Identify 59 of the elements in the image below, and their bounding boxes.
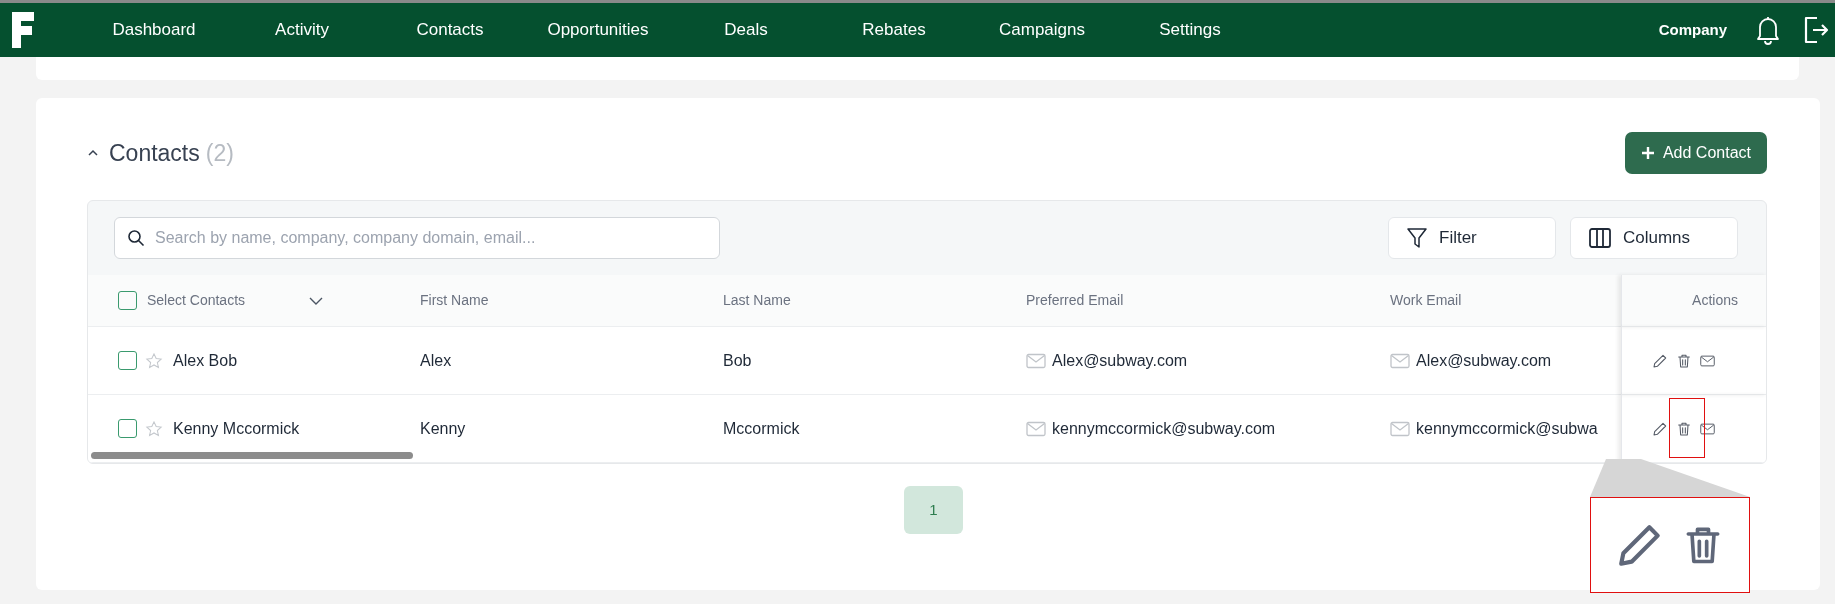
page-button[interactable]: 1 <box>904 486 963 534</box>
trash-icon[interactable] <box>1676 352 1692 369</box>
email-text: Alex@subway.com <box>1052 350 1188 371</box>
mail-icon <box>1026 352 1046 369</box>
mail-icon <box>1390 420 1410 437</box>
pencil-icon[interactable] <box>1652 420 1668 437</box>
contact-name: Alex Bob <box>173 350 238 371</box>
nav-link[interactable]: Rebates <box>820 17 968 43</box>
columns-button[interactable]: Columns <box>1570 217 1738 259</box>
columns-icon <box>1589 228 1611 248</box>
checkbox[interactable] <box>118 351 137 370</box>
column-header: Preferred Email <box>1026 291 1124 310</box>
bell-icon[interactable] <box>1755 15 1781 45</box>
trash-icon[interactable] <box>1676 420 1692 437</box>
send-email-icon[interactable] <box>1700 422 1715 435</box>
nav-link[interactable]: Settings <box>1116 17 1264 43</box>
plus-icon <box>1640 146 1655 160</box>
nav-link[interactable]: Activity <box>228 17 376 43</box>
nav-link[interactable]: Campaigns <box>968 17 1116 43</box>
contact-name: Kenny Mccormick <box>173 418 300 439</box>
pencil-icon[interactable] <box>1652 352 1668 369</box>
column-header: Select Contacts <box>147 291 246 310</box>
nav-link[interactable]: Deals <box>672 17 820 43</box>
scrollbar-thumb[interactable] <box>91 452 413 459</box>
column-header: Actions <box>1692 291 1738 310</box>
table-cell-text: Bob <box>723 350 752 371</box>
nav-link[interactable]: Opportunities <box>524 17 672 43</box>
table-cell-text: Mccormick <box>723 418 800 439</box>
chevron-down-icon[interactable] <box>309 296 324 305</box>
table-cell-text: Alex <box>420 350 452 371</box>
section-title: Contacts <box>109 138 200 168</box>
logout-icon[interactable] <box>1803 15 1829 45</box>
mail-icon <box>1390 352 1410 369</box>
table-cell-text: Kenny <box>420 418 466 439</box>
column-header: Last Name <box>723 291 791 310</box>
add-contact-button[interactable]: Add Contact <box>1624 132 1767 174</box>
company-name[interactable]: Company <box>1658 18 1727 42</box>
star-icon[interactable] <box>145 351 163 370</box>
search-field[interactable]: Search by name, company, company domain, email... <box>114 217 720 259</box>
filter-button[interactable]: Filter <box>1388 217 1556 259</box>
highlight-frame <box>1669 398 1705 458</box>
checkbox[interactable] <box>118 291 137 310</box>
email-text: kennymccormick@subwa <box>1416 418 1598 439</box>
nav-link[interactable]: Dashboard <box>80 17 228 43</box>
search-input[interactable]: Search by name, company, company domain, email... <box>153 225 707 251</box>
send-email-icon[interactable] <box>1700 354 1715 367</box>
chevron-icon[interactable] <box>87 149 99 157</box>
checkbox[interactable] <box>118 419 137 438</box>
contact-count: (2) <box>205 138 234 168</box>
email-text: Alex@subway.com <box>1416 350 1552 371</box>
logo-icon[interactable] <box>12 12 34 48</box>
column-header: Work Email <box>1390 291 1462 310</box>
search-icon <box>127 229 145 247</box>
nav-link[interactable]: Contacts <box>376 17 524 43</box>
mail-icon <box>1026 420 1046 437</box>
filter-icon <box>1407 227 1427 249</box>
star-icon[interactable] <box>145 419 163 438</box>
email-text: kennymccormick@subway.com <box>1052 418 1276 439</box>
column-header: First Name <box>420 291 489 310</box>
